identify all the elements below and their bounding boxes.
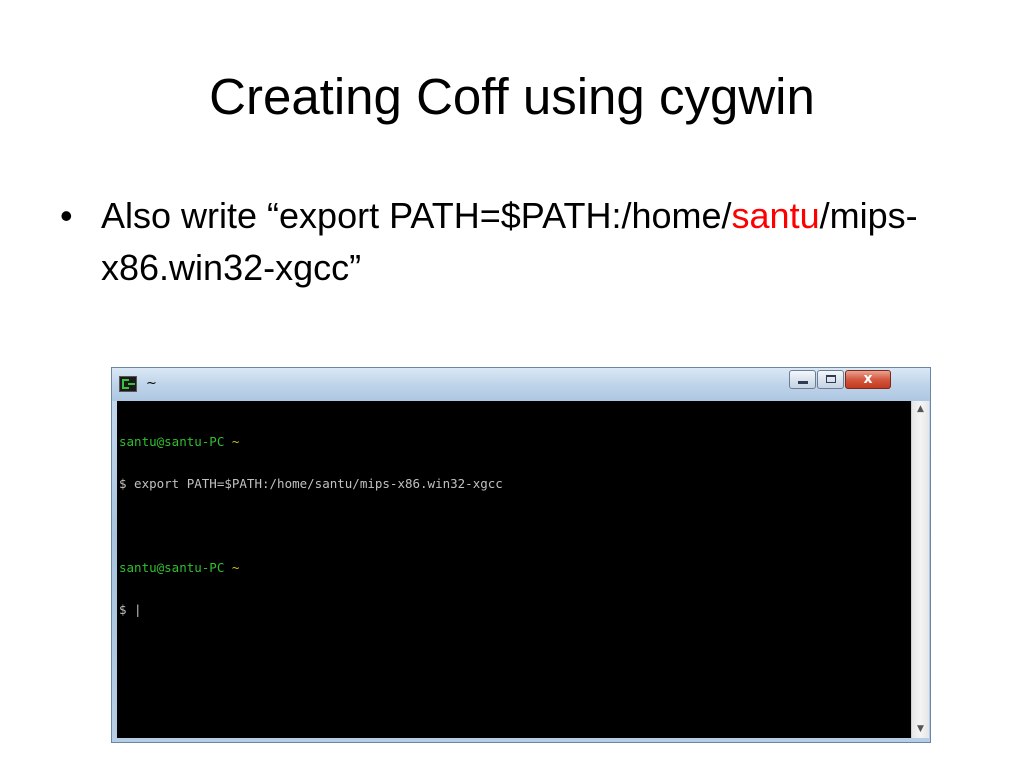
terminal-prompt-line: santu@santu-PC ~ — [119, 435, 503, 449]
terminal-command-line: $ export PATH=$PATH:/home/santu/mips-x86… — [119, 476, 503, 491]
vertical-scrollbar[interactable]: ▲ ▼ — [911, 401, 929, 738]
cygwin-terminal-window: ~ x santu@santu-PC ~ $ export PATH=$PATH… — [111, 367, 931, 743]
prompt-user-host: santu@santu-PC — [119, 560, 225, 575]
terminal-prompt-line: santu@santu-PC ~ — [119, 561, 503, 575]
maximize-icon — [826, 375, 836, 383]
terminal-input-line[interactable]: $ | — [119, 603, 503, 617]
terminal-output: santu@santu-PC ~ $ export PATH=$PATH:/ho… — [119, 407, 503, 645]
minimize-icon — [798, 381, 808, 384]
prompt-directory: ~ — [231, 560, 240, 575]
close-icon: x — [863, 371, 873, 387]
bullet-text: Also write “export PATH=$PATH:/home/sant… — [101, 190, 941, 294]
scroll-up-icon[interactable]: ▲ — [912, 401, 929, 418]
bullet-text-before: Also write “export PATH=$PATH:/home/ — [101, 195, 732, 236]
window-titlebar[interactable]: ~ x — [112, 368, 930, 401]
minimize-button[interactable] — [789, 370, 816, 389]
bullet-text-highlight: santu — [731, 195, 820, 236]
bullet-dot: • — [60, 195, 73, 236]
scroll-down-icon[interactable]: ▼ — [912, 721, 929, 738]
maximize-button[interactable] — [817, 370, 844, 389]
prompt-directory: ~ — [231, 434, 240, 449]
close-button[interactable]: x — [845, 370, 891, 389]
window-title: ~ — [146, 376, 157, 391]
cygwin-terminal-icon[interactable] — [119, 376, 137, 392]
prompt-user-host: santu@santu-PC — [119, 434, 225, 449]
slide-title: Creating Coff using cygwin — [209, 68, 815, 125]
terminal-console[interactable]: santu@santu-PC ~ $ export PATH=$PATH:/ho… — [117, 401, 911, 738]
